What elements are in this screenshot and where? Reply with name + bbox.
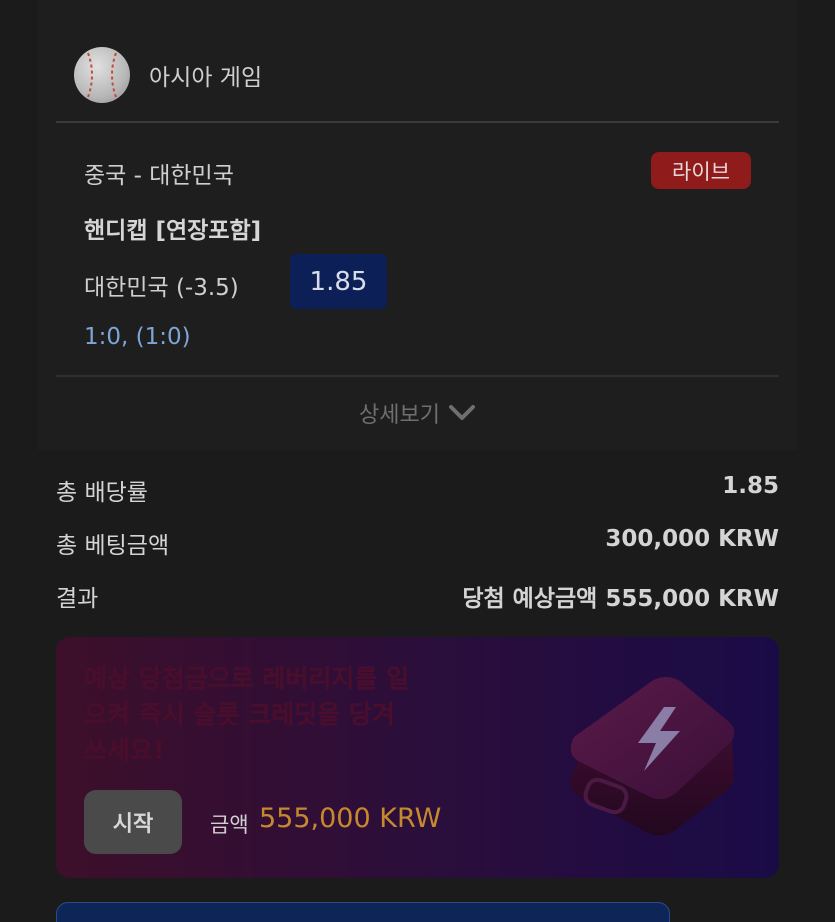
divider	[56, 375, 779, 377]
match-score: 1:0, (1:0)	[84, 324, 191, 350]
result-value: 당첨 예상금액 555,000 KRW	[462, 586, 779, 612]
total-odds-row: 총 배당률 1.85	[56, 473, 779, 507]
league-header: 아시아 게임	[74, 46, 262, 104]
details-label: 상세보기	[359, 403, 440, 428]
promo-text: 예상 당첨금으로 레버리지를 일으켜 즉시 슬롯 크레딧을 당겨 쓰세요!	[84, 664, 410, 765]
result-row: 결과 당첨 예상금액 555,000 KRW	[56, 579, 779, 613]
total-odds-value: 1.85	[722, 473, 779, 499]
league-name: 아시아 게임	[149, 65, 263, 91]
amount-value: 555,000 KRW	[259, 803, 442, 834]
lightning-cube-icon	[556, 671, 756, 845]
place-bet-button[interactable]	[56, 902, 670, 922]
start-button[interactable]: 시작	[84, 790, 182, 854]
odds-button[interactable]: 1.85	[290, 254, 387, 309]
amount-label: 금액	[210, 813, 249, 837]
baseball-icon	[74, 47, 130, 103]
match-title[interactable]: 중국 - 대한민국	[84, 156, 234, 190]
bet-slip-page: 아시아 게임 중국 - 대한민국 라이브 핸디캡 [연장포함] 대한민국 (-3…	[0, 0, 835, 922]
details-toggle[interactable]: 상세보기	[0, 397, 835, 429]
total-stake-value: 300,000 KRW	[605, 526, 779, 552]
total-stake-row: 총 베팅금액 300,000 KRW	[56, 526, 779, 560]
promo-banner: 예상 당첨금으로 레버리지를 일으켜 즉시 슬롯 크레딧을 당겨 쓰세요! 시작…	[56, 637, 779, 878]
chevron-down-icon	[448, 405, 475, 420]
result-label: 결과	[56, 586, 99, 612]
divider	[56, 121, 779, 123]
total-stake-label: 총 베팅금액	[56, 533, 170, 559]
total-odds-label: 총 배당률	[56, 480, 148, 506]
selection-name: 대한민국 (-3.5)	[84, 275, 239, 301]
live-badge: 라이브	[651, 152, 751, 189]
market-name: 핸디캡 [연장포함]	[84, 218, 262, 244]
